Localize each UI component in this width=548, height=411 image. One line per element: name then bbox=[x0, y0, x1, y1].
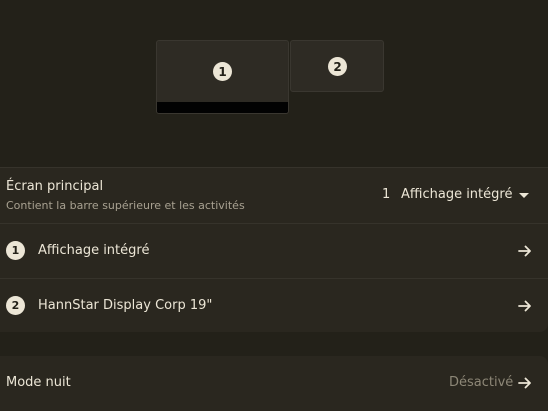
night-mode-status: Désactivé bbox=[449, 375, 514, 390]
monitor-2-preview[interactable]: 2 bbox=[290, 40, 384, 92]
display-1-label: Affichage intégré bbox=[38, 243, 150, 258]
arrow-right-icon[interactable] bbox=[517, 243, 533, 259]
night-mode-label: Mode nuit bbox=[6, 375, 71, 390]
display-arrangement: 1 2 bbox=[0, 0, 548, 138]
top-bar-indicator bbox=[157, 102, 288, 113]
night-mode-row[interactable]: Mode nuit Désactivé bbox=[0, 356, 548, 411]
displays-list: Écran principal Contient la barre supéri… bbox=[0, 167, 548, 332]
display-row-1[interactable]: 1 Affichage intégré bbox=[0, 223, 548, 278]
arrow-right-icon[interactable] bbox=[517, 375, 533, 391]
display-2-label: HannStar Display Corp 19" bbox=[38, 298, 213, 313]
primary-display-value[interactable]: Affichage intégré bbox=[401, 187, 512, 202]
primary-display-row[interactable]: Écran principal Contient la barre supéri… bbox=[0, 168, 548, 223]
primary-display-title: Écran principal bbox=[6, 179, 104, 194]
display-2-badge: 2 bbox=[6, 296, 25, 315]
display-1-badge: 1 bbox=[6, 241, 25, 260]
monitor-2-badge: 2 bbox=[328, 57, 347, 76]
arrow-right-icon[interactable] bbox=[517, 298, 533, 314]
primary-display-number: 1 bbox=[382, 187, 391, 202]
display-row-2[interactable]: 2 HannStar Display Corp 19" bbox=[0, 278, 548, 333]
monitor-1-preview[interactable]: 1 bbox=[156, 40, 289, 114]
primary-display-subtitle: Contient la barre supérieure et les acti… bbox=[6, 199, 245, 212]
monitor-1-badge: 1 bbox=[213, 62, 232, 81]
caret-down-icon[interactable] bbox=[519, 193, 529, 198]
